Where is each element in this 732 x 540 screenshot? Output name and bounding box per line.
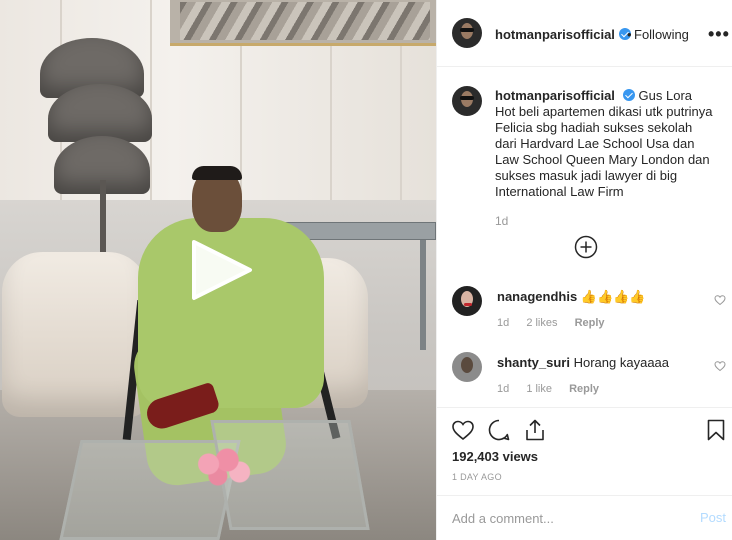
post-actions: 192,403 views 1 DAY AGO [437, 407, 732, 497]
armchair-left [2, 252, 148, 417]
author-username[interactable]: hotmanparisofficial [495, 27, 615, 42]
load-more-icon[interactable] [574, 235, 598, 259]
author-avatar[interactable] [452, 18, 482, 48]
heart-icon[interactable] [714, 360, 726, 372]
more-icon[interactable]: ••• [708, 24, 730, 45]
comment-text: 👍👍👍👍 [580, 289, 646, 304]
comment-input[interactable] [452, 508, 682, 528]
post-caption: hotmanparisofficial Gus Lora Hot beli ap… [495, 88, 713, 200]
instagram-post-modal: hotmanparisofficial • Following ••• hotm… [0, 0, 732, 540]
post-header: hotmanparisofficial • Following ••• [437, 0, 732, 67]
post-button[interactable]: Post [700, 510, 726, 525]
reply-button[interactable]: Reply [575, 317, 605, 329]
commenter-avatar[interactable] [452, 286, 482, 316]
views-count[interactable]: 192,403 views [452, 449, 538, 464]
caption-username[interactable]: hotmanparisofficial [495, 88, 615, 103]
commenter-username[interactable]: shanty_suri [497, 355, 570, 370]
play-icon[interactable] [184, 238, 256, 302]
heart-icon[interactable] [714, 294, 726, 306]
comment-likes[interactable]: 2 likes [526, 317, 557, 329]
commenter-avatar[interactable] [452, 352, 482, 382]
comment-time[interactable]: 1d [497, 317, 509, 329]
comment-likes[interactable]: 1 like [526, 383, 552, 395]
comment-icon[interactable] [487, 418, 511, 442]
following-button[interactable]: Following [634, 27, 689, 42]
bookmark-icon[interactable] [704, 418, 728, 442]
share-icon[interactable] [523, 418, 547, 442]
post-video[interactable] [0, 0, 436, 540]
add-comment-bar: Post [437, 495, 732, 540]
caption-text: Gus Lora Hot beli apartemen dikasi utk p… [495, 88, 713, 199]
caption-avatar[interactable] [452, 86, 482, 116]
caption-time[interactable]: 1d [495, 214, 508, 228]
flower-vase [190, 448, 252, 488]
reply-button[interactable]: Reply [569, 383, 599, 395]
commenter-username[interactable]: nanagendhis [497, 289, 577, 304]
comment-time[interactable]: 1d [497, 383, 509, 395]
post-sidebar: hotmanparisofficial • Following ••• hotm… [436, 0, 732, 540]
verified-icon [622, 89, 635, 101]
comment-text: Horang kayaaaa [573, 355, 670, 370]
heart-icon[interactable] [451, 418, 475, 442]
separator-dot: • [627, 27, 632, 42]
post-timestamp[interactable]: 1 DAY AGO [452, 472, 502, 482]
